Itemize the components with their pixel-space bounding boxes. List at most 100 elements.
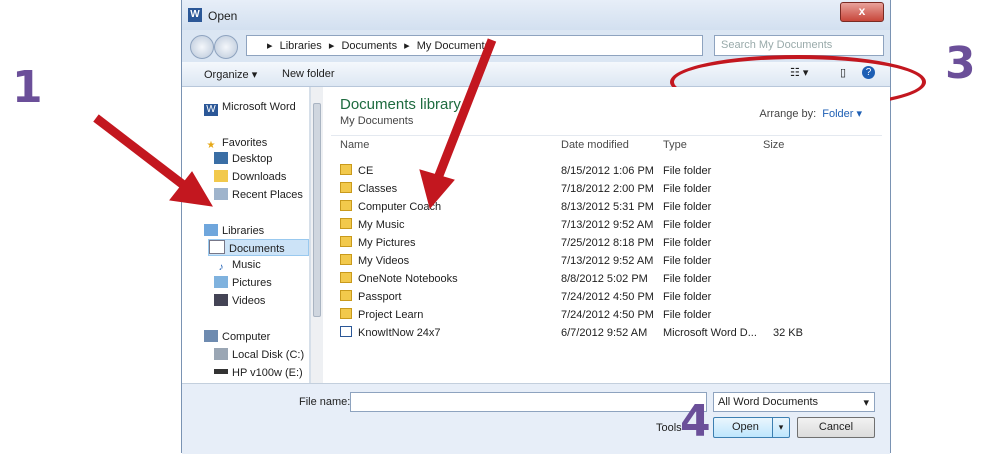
pictures-icon	[214, 276, 228, 288]
arrange-by[interactable]: Arrange by: Folder ▾	[759, 107, 862, 120]
music-icon: ♪	[218, 262, 224, 273]
back-button[interactable]	[190, 35, 214, 59]
file-type-cell: File folder	[663, 219, 712, 231]
column-type[interactable]: Type	[663, 139, 687, 151]
libraries-icon	[204, 224, 218, 236]
downloads-icon	[214, 170, 228, 182]
file-date-cell: 8/13/2012 5:31 PM	[561, 201, 654, 213]
cancel-button[interactable]: Cancel	[797, 417, 875, 438]
file-type-cell: File folder	[663, 201, 712, 213]
word-app-icon: W	[188, 8, 202, 22]
table-row[interactable]: My Videos 7/13/2012 9:52 AM File folder	[323, 252, 890, 270]
file-type-cell: File folder	[663, 255, 712, 267]
chevron-right-icon: ▸	[404, 40, 410, 52]
search-input[interactable]: Search My Documents	[714, 35, 884, 56]
file-type-select[interactable]: All Word Documents ▾	[713, 392, 875, 412]
file-list-pane: Documents library My Documents Arrange b…	[323, 87, 890, 383]
file-date-cell: 7/13/2012 9:52 AM	[561, 219, 654, 231]
close-button[interactable]: x	[840, 2, 884, 22]
table-row[interactable]: OneNote Notebooks 8/8/2012 5:02 PM File fo…	[323, 270, 890, 288]
file-name-cell: OneNote Notebooks	[340, 270, 458, 288]
column-date-modified[interactable]: Date modified	[561, 139, 629, 151]
file-name-cell: Project Learn	[340, 306, 423, 324]
chevron-right-icon: ▸	[328, 40, 335, 52]
file-name-input[interactable]	[350, 392, 707, 412]
folder-icon	[340, 290, 352, 301]
breadcrumb-my-documents[interactable]: My Documents	[417, 40, 490, 52]
file-date-cell: 8/15/2012 1:06 PM	[561, 165, 654, 177]
documents-icon	[209, 240, 225, 254]
folder-icon	[340, 308, 352, 319]
nav-item-documents[interactable]: Documents	[208, 239, 309, 256]
chevron-down-icon: ▾	[863, 397, 869, 409]
column-size[interactable]: Size	[763, 139, 784, 151]
nav-scrollbar[interactable]	[310, 87, 323, 383]
file-type-cell: File folder	[663, 237, 712, 249]
table-row[interactable]: CE 8/15/2012 1:06 PM File folder	[323, 162, 890, 180]
recent-places-icon	[214, 188, 228, 200]
file-date-cell: 7/25/2012 8:18 PM	[561, 237, 654, 249]
file-size-cell: 32 KB	[773, 327, 803, 339]
open-button[interactable]: Open ▾	[713, 417, 790, 438]
bottom-panel: File name: All Word Documents ▾ Tools Ope…	[182, 383, 890, 454]
tools-button[interactable]: Tools	[656, 422, 682, 434]
usb-drive-icon	[214, 369, 228, 374]
folder-icon	[340, 182, 352, 193]
folder-icon	[340, 200, 352, 211]
nav-scroll-thumb[interactable]	[313, 103, 321, 317]
file-type-cell: File folder	[663, 183, 712, 195]
library-subtitle: My Documents	[340, 115, 414, 127]
open-dialog: W Open x ▸ Libraries ▸ Documents ▸ My Do…	[181, 0, 926, 454]
desktop-icon	[214, 152, 228, 164]
file-date-cell: 7/13/2012 9:52 AM	[561, 255, 654, 267]
file-type-cell: File folder	[663, 165, 712, 177]
forward-button[interactable]	[214, 35, 238, 59]
file-name-cell: CE	[340, 162, 373, 180]
browser-body: W Microsoft Word ★ Favorites Desktop Downl…	[182, 87, 890, 383]
folder-icon	[340, 236, 352, 247]
new-folder-button[interactable]: New folder	[282, 68, 335, 80]
breadcrumb-libraries[interactable]: Libraries	[280, 40, 322, 52]
table-row[interactable]: My Music 7/13/2012 9:52 AM File folder	[323, 216, 890, 234]
table-row[interactable]: Project Learn 7/24/2012 4:50 PM File folde…	[323, 306, 890, 324]
breadcrumb-documents[interactable]: Documents	[341, 40, 397, 52]
title-bar: W Open x	[182, 0, 890, 30]
organize-button[interactable]: Organize ▾	[204, 68, 257, 81]
header-divider	[331, 135, 882, 136]
file-date-cell: 7/18/2012 2:00 PM	[561, 183, 654, 195]
folder-icon	[340, 272, 352, 283]
file-name-label: File name:	[299, 396, 351, 408]
file-name-cell: My Videos	[340, 252, 409, 270]
library-title: Documents library	[340, 96, 461, 113]
window-title: Open	[208, 9, 238, 23]
file-type-cell: Microsoft Word D...	[663, 327, 757, 339]
table-row[interactable]: Passport 7/24/2012 4:50 PM File folder	[323, 288, 890, 306]
table-row[interactable]: Computer Coach 8/13/2012 5:31 PM File fold…	[323, 198, 890, 216]
navigation-pane: W Microsoft Word ★ Favorites Desktop Downl…	[182, 87, 310, 383]
file-name-cell: Passport	[340, 288, 401, 306]
callout-4: 4	[680, 396, 711, 447]
file-type-cell: File folder	[663, 291, 712, 303]
column-name[interactable]: Name	[340, 139, 369, 151]
open-dropdown-icon[interactable]: ▾	[772, 418, 789, 437]
table-row[interactable]: Classes 7/18/2012 2:00 PM File folder	[323, 180, 890, 198]
folder-icon	[340, 218, 352, 229]
arrange-by-value[interactable]: Folder ▾	[822, 108, 862, 120]
file-date-cell: 7/24/2012 4:50 PM	[561, 309, 654, 321]
file-type-cell: File folder	[663, 309, 712, 321]
computer-icon	[204, 330, 218, 342]
breadcrumb[interactable]: ▸ Libraries ▸ Documents ▸ My Documents	[246, 35, 703, 56]
file-type-cell: File folder	[663, 273, 712, 285]
file-name-cell: My Music	[340, 216, 404, 234]
callout-3: 3	[945, 38, 976, 89]
file-date-cell: 8/8/2012 5:02 PM	[561, 273, 648, 285]
word-icon: W	[204, 104, 218, 116]
file-name-cell: Classes	[340, 180, 397, 198]
videos-icon	[214, 294, 228, 306]
table-row[interactable]: KnowItNow 24x7 6/7/2012 9:52 AM Microsoft …	[323, 324, 890, 342]
file-name-cell: Computer Coach	[340, 198, 441, 216]
callout-1: 1	[12, 62, 43, 113]
chevron-right-icon: ▸	[267, 40, 273, 52]
table-row[interactable]: My Pictures 7/25/2012 8:18 PM File folder	[323, 234, 890, 252]
file-name-cell: My Pictures	[340, 234, 415, 252]
